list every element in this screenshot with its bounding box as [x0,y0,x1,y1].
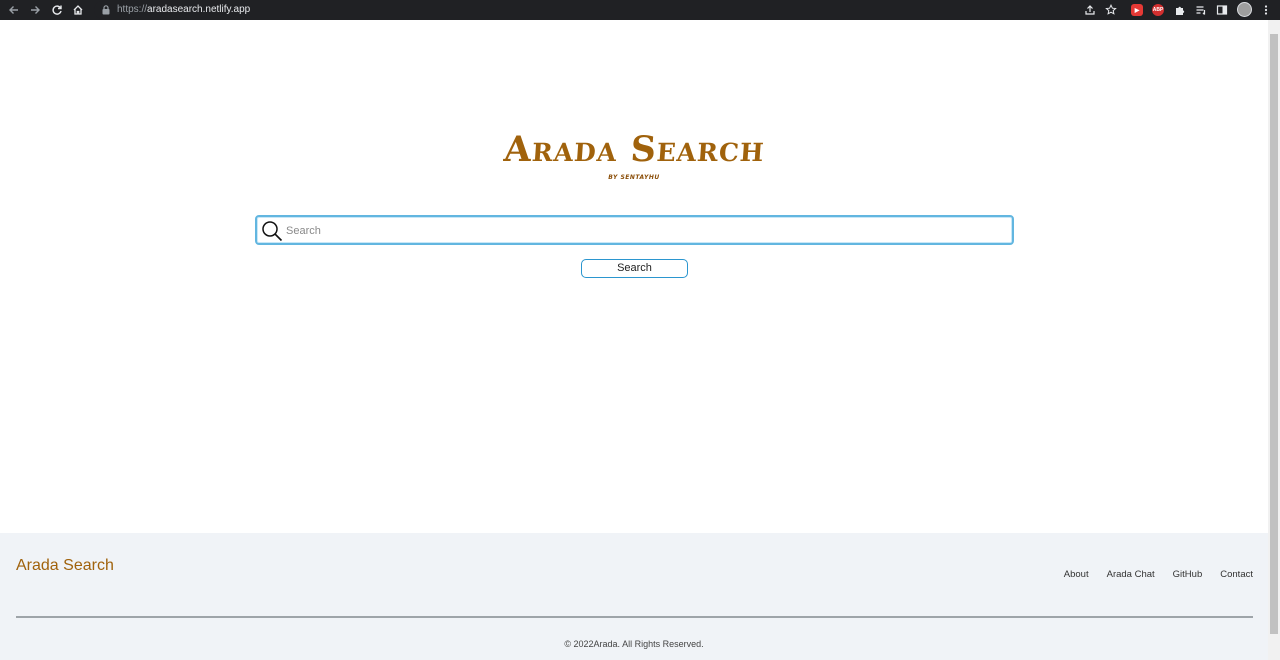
side-panel-icon[interactable] [1215,3,1229,17]
home-icon[interactable] [70,2,86,18]
footer-links: About Arada Chat GitHub Contact [1046,569,1253,580]
scrollbar-thumb[interactable] [1270,34,1278,634]
search-icon [262,221,283,242]
footer-divider [16,616,1253,618]
reload-icon[interactable] [49,2,65,18]
footer-link-arada-chat[interactable]: Arada Chat [1107,569,1155,580]
search-input[interactable] [286,220,1006,242]
search-button[interactable]: Search [581,259,688,278]
browser-toolbar: https://aradasearch.netlify.app ▶ ABP [0,0,1280,20]
footer: Arada Search About Arada Chat GitHub Con… [0,533,1268,660]
footer-link-github[interactable]: GitHub [1173,569,1203,580]
reading-list-icon[interactable] [1194,3,1208,17]
lock-icon[interactable] [102,5,110,15]
url-scheme: https:// [117,4,148,15]
url-host: aradasearch.netlify.app [147,4,251,15]
bookmark-star-icon[interactable] [1104,3,1118,17]
footer-brand[interactable]: Arada Search [16,557,114,575]
logo-subtitle: BY SENTAYHU [608,174,660,181]
page-viewport: Arada Search BY SENTAYHU Search Arada Se… [0,20,1268,660]
address-bar[interactable] [94,1,1244,19]
footer-link-about[interactable]: About [1064,569,1089,580]
extensions-puzzle-icon[interactable] [1173,3,1187,17]
red-extension-icon[interactable]: ▶ [1131,4,1143,16]
profile-avatar-icon[interactable] [1237,2,1252,17]
share-icon[interactable] [1083,3,1097,17]
adblock-icon[interactable]: ABP [1152,4,1164,16]
footer-copyright: © 2022Arada. All Rights Reserved. [564,639,704,649]
url-text[interactable]: https://aradasearch.netlify.app [117,3,250,17]
back-icon[interactable] [6,2,22,18]
logo-title: Arada Search [502,129,766,170]
search-box[interactable] [255,215,1014,245]
logo: Arada Search BY SENTAYHU [0,128,1268,181]
footer-link-contact[interactable]: Contact [1220,569,1253,580]
vertical-scrollbar[interactable] [1268,20,1280,660]
menu-kebab-icon[interactable] [1259,3,1273,17]
forward-icon[interactable] [27,2,43,18]
